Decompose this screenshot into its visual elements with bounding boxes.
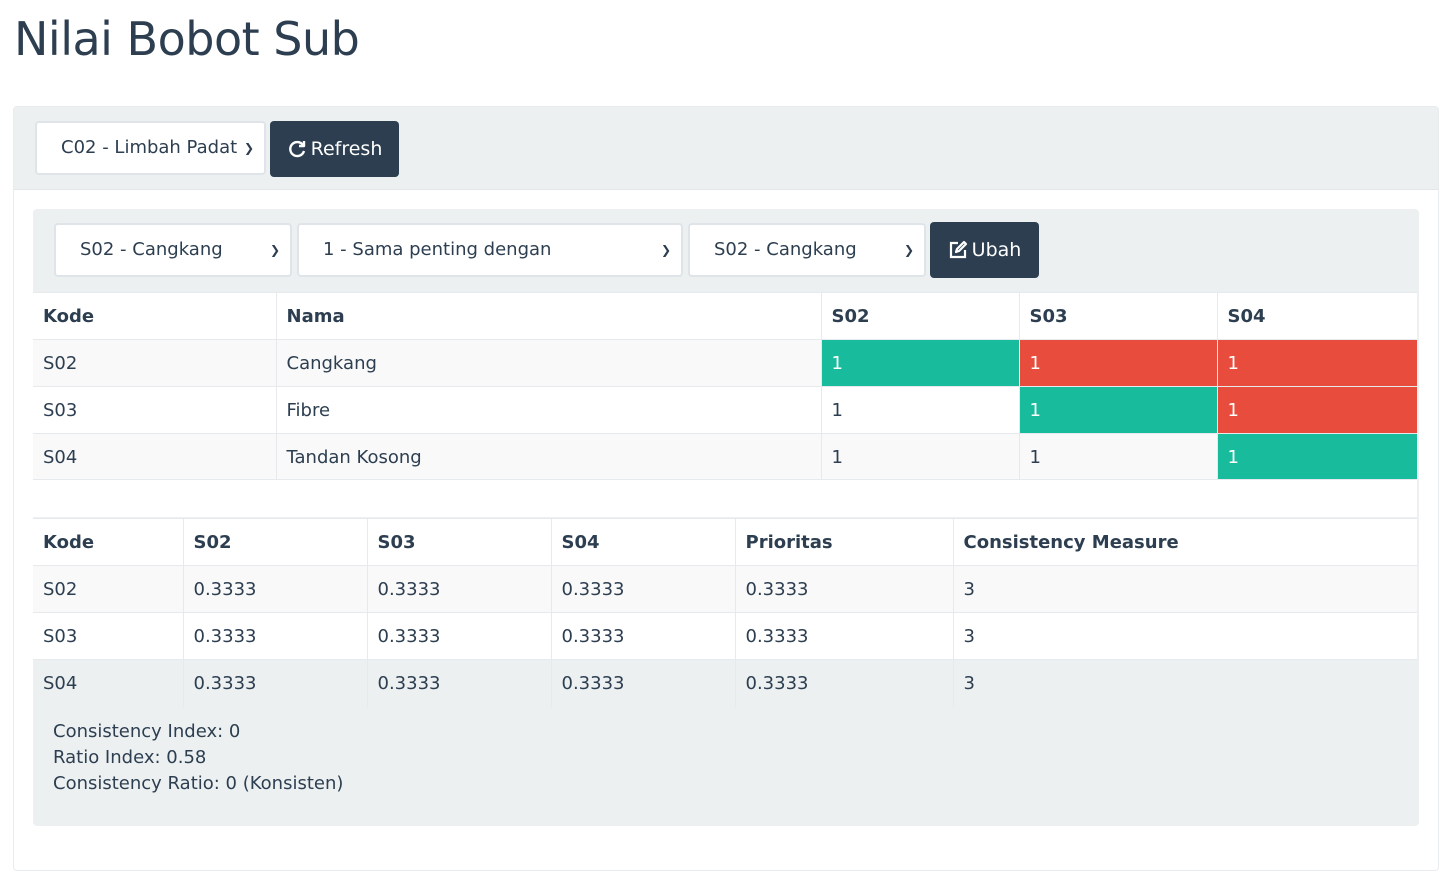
page-title: Nilai Bobot Sub [14,12,360,66]
column-header: Kode [33,292,277,340]
main-panel: C02 - Limbah Padat ❯ Refresh S02 - Cangk… [13,106,1439,871]
column-header: S02 [183,518,368,566]
table-cell: 0.3333 [551,659,736,707]
table-cell: 1 [821,433,1020,481]
left-subcriteria-value: S02 - Cangkang [80,239,223,260]
table-cell: 3 [953,565,1417,613]
priority-table: Kode S02 S03 S04 Prioritas Consistency M… [33,518,1417,707]
consistency-index: Consistency Index: 0 [53,721,241,742]
table-cell: 0.3333 [183,612,368,660]
table-cell: S02 [33,565,184,613]
edit-icon [949,240,967,259]
table-cell: S02 [33,339,277,387]
table-cell: 0.3333 [735,612,954,660]
table-cell: 0.3333 [183,565,368,613]
column-header: S04 [1217,292,1417,340]
chevron-down-icon: ❯ [269,243,280,257]
table-cell: 0.3333 [551,565,736,613]
table-row: S04 0.3333 0.3333 0.3333 0.3333 3 [33,659,1417,707]
refresh-label: Refresh [310,138,383,160]
column-header: Prioritas [735,518,954,566]
table-cell: 0.3333 [735,565,954,613]
comparison-panel: S02 - Cangkang ❯ 1 - Sama penting dengan… [33,209,1419,826]
chevron-down-icon: ❯ [903,243,914,257]
left-subcriteria-select[interactable]: S02 - Cangkang ❯ [54,223,292,277]
right-subcriteria-select[interactable]: S02 - Cangkang ❯ [688,223,926,277]
refresh-icon [288,140,305,158]
column-header: Kode [33,518,184,566]
filter-bar: C02 - Limbah Padat ❯ Refresh [14,107,1438,190]
criteria-select-value: C02 - Limbah Padat [61,137,238,158]
table-cell: Fibre [276,386,822,434]
table-cell: 1 [821,386,1020,434]
table-cell: 1 [1019,386,1218,434]
chevron-down-icon: ❯ [660,243,671,257]
scale-select[interactable]: 1 - Sama penting dengan ❯ [297,223,683,277]
table-cell: Tandan Kosong [276,433,822,481]
refresh-button[interactable]: Refresh [270,121,399,177]
table-cell: 1 [1019,433,1218,481]
table-cell: S03 [33,386,277,434]
table-cell: 1 [821,339,1020,387]
scale-select-value: 1 - Sama penting dengan [323,239,552,260]
table-cell: 3 [953,659,1417,707]
table-cell: 0.3333 [735,659,954,707]
table-cell: 0.3333 [551,612,736,660]
table-cell: 1 [1019,339,1218,387]
table-cell: 0.3333 [367,659,552,707]
table-cell: S04 [33,659,184,707]
column-header: S02 [821,292,1020,340]
table-header-row: Kode Nama S02 S03 S04 [33,292,1417,340]
table-cell: 0.3333 [183,659,368,707]
table-row: S04 Tandan Kosong 1 1 1 [33,433,1417,481]
column-header: Consistency Measure [953,518,1417,566]
consistency-summary: Consistency Index: 0 Ratio Index: 0.58 C… [53,719,343,797]
table-row: S02 Cangkang 1 1 1 [33,339,1417,387]
table-header-row: Kode S02 S03 S04 Prioritas Consistency M… [33,518,1417,566]
table-spacer [33,479,1417,517]
column-header: S03 [1019,292,1218,340]
table-cell: S03 [33,612,184,660]
column-header: S04 [551,518,736,566]
update-button[interactable]: Ubah [930,222,1039,278]
consistency-ratio: Consistency Ratio: 0 (Konsisten) [53,773,344,794]
table-cell: 3 [953,612,1417,660]
table-cell: 1 [1217,386,1417,434]
table-row: S03 0.3333 0.3333 0.3333 0.3333 3 [33,612,1417,660]
comparison-table: Kode Nama S02 S03 S04 S02 Cangkang 1 1 1… [33,292,1417,481]
update-label: Ubah [971,239,1022,261]
table-cell: 1 [1217,339,1417,387]
table-cell: 0.3333 [367,565,552,613]
right-subcriteria-value: S02 - Cangkang [714,239,857,260]
column-header: Nama [276,292,822,340]
table-cell: 0.3333 [367,612,552,660]
table-row: S02 0.3333 0.3333 0.3333 0.3333 3 [33,565,1417,613]
table-cell: 1 [1217,433,1417,481]
criteria-select[interactable]: C02 - Limbah Padat ❯ [35,121,266,175]
column-header: S03 [367,518,552,566]
table-cell: S04 [33,433,277,481]
chevron-down-icon: ❯ [243,141,254,155]
table-row: S03 Fibre 1 1 1 [33,386,1417,434]
table-cell: Cangkang [276,339,822,387]
ratio-index: Ratio Index: 0.58 [53,747,207,768]
